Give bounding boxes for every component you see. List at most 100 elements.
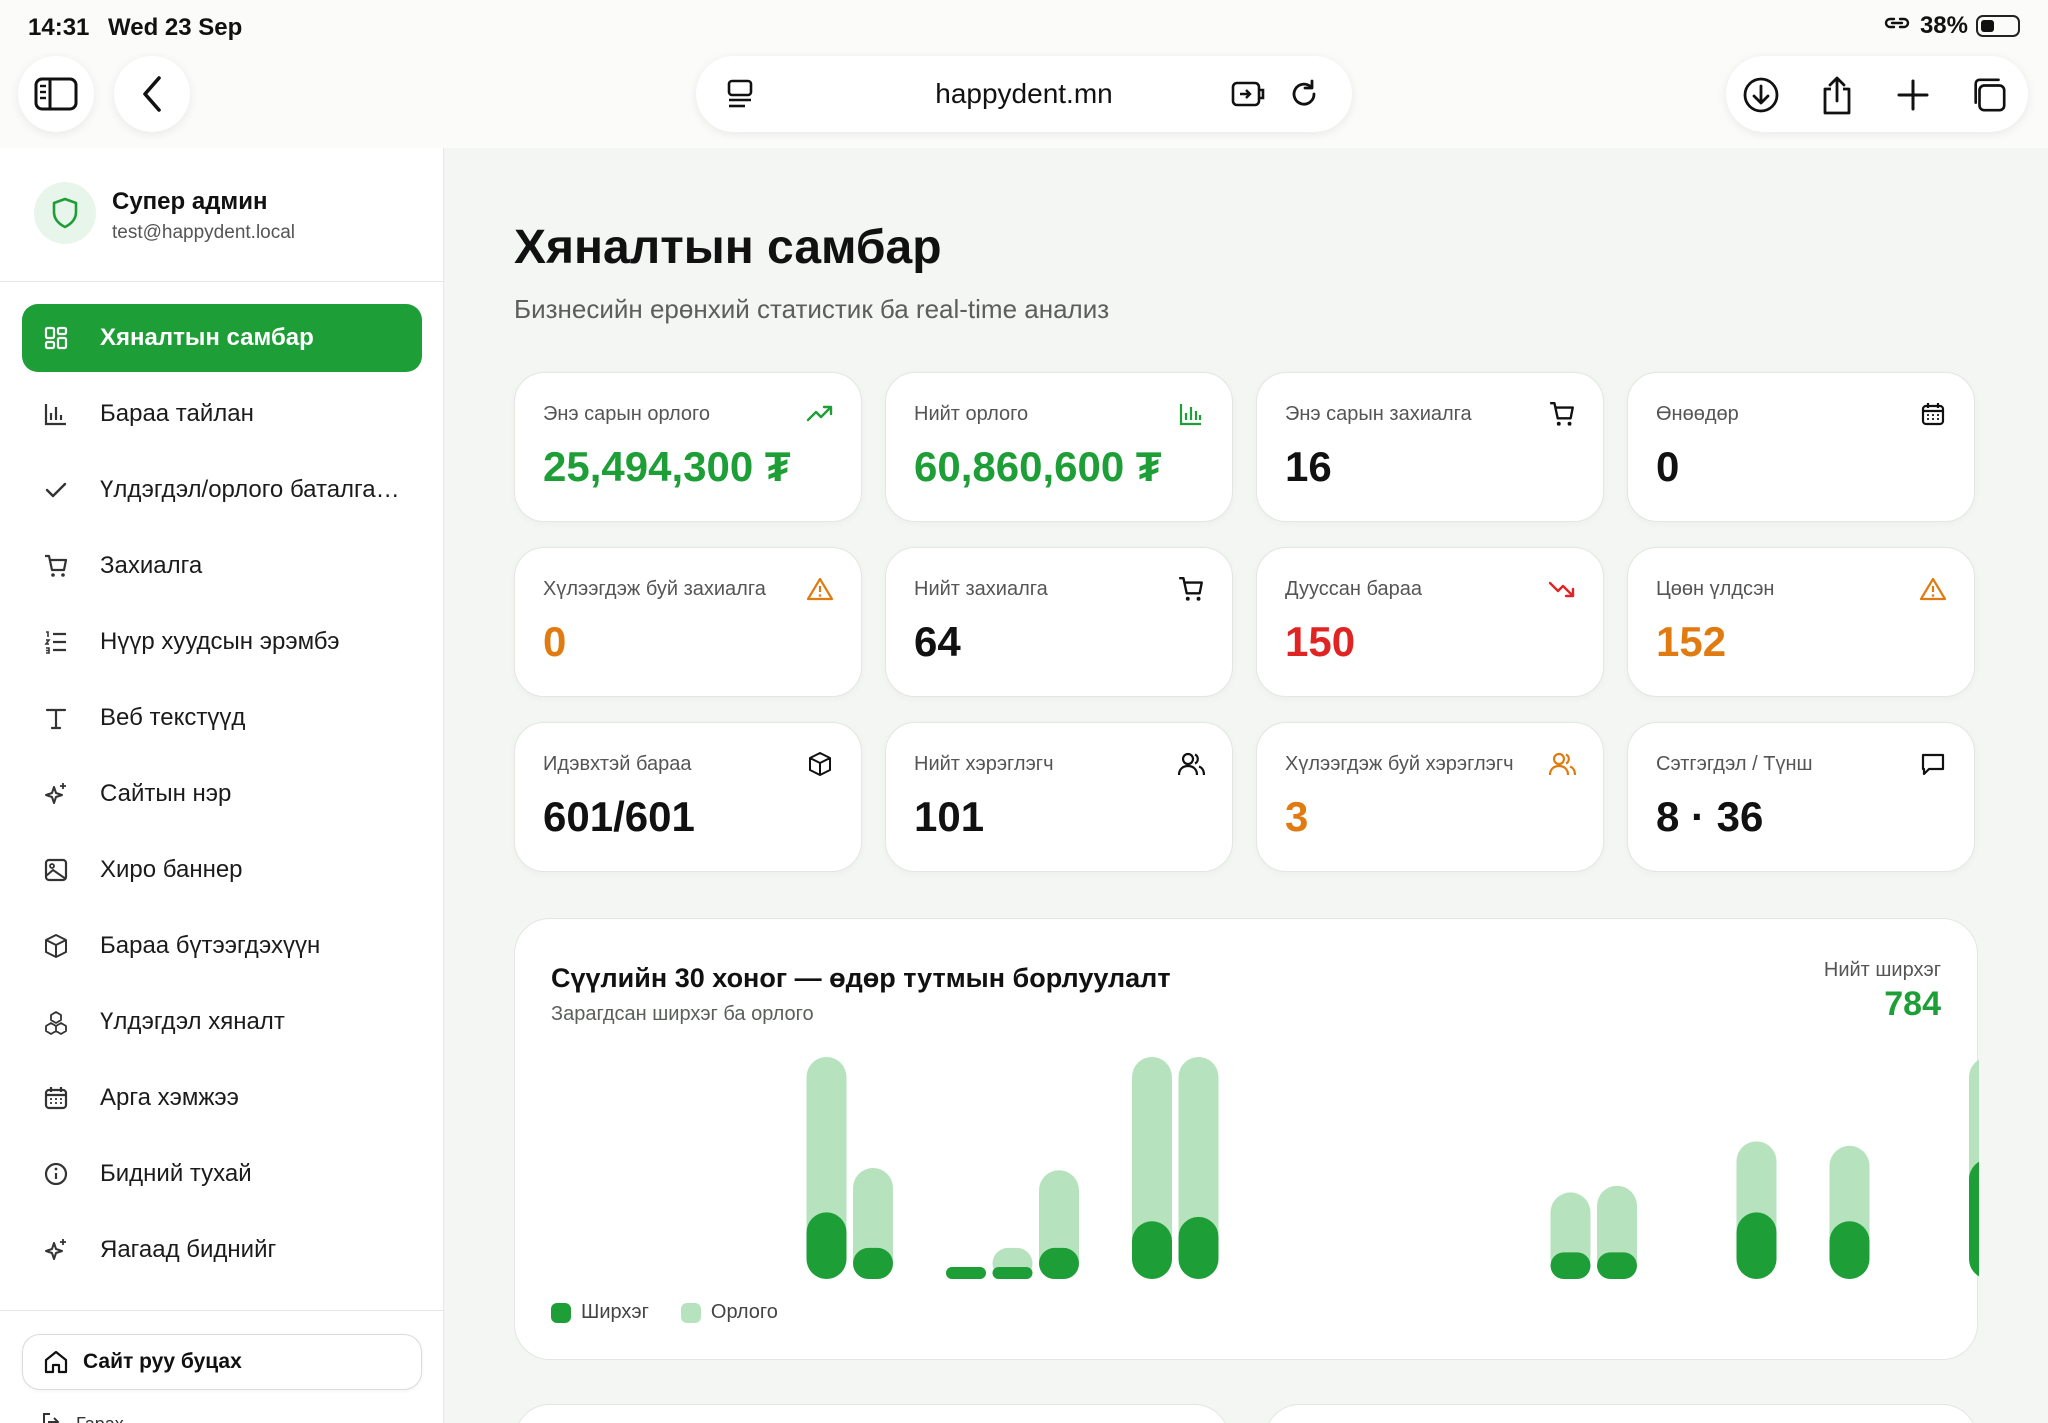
sidebar-item-stock-control[interactable]: Үлдэгдэл хяналт: [22, 988, 422, 1056]
chevron-left-icon: [143, 76, 161, 112]
sidebar-item-site-name[interactable]: Сайтын нэр: [22, 760, 422, 828]
logout-button[interactable]: Гарах: [40, 1410, 124, 1423]
legend-swatch: [680, 1302, 701, 1323]
stat-value: 64: [914, 618, 961, 665]
sidebar-item-label: Бараа тайлан: [100, 400, 254, 427]
legend-swatch: [551, 1302, 571, 1323]
legend-item-units: Ширхэг: [551, 1301, 649, 1324]
calendar-icon: [1918, 399, 1948, 429]
profile: Супер админ test@happydent.local: [0, 148, 444, 282]
stat-label: Цөөн үлдсэн: [1656, 578, 1775, 600]
stat-card-pending-users: Хүлээгдэж буй хэрэглэгч 3: [1256, 722, 1604, 872]
stat-value: 101: [914, 793, 985, 840]
sidebar-item-product-report[interactable]: Бараа тайлан: [22, 380, 422, 448]
sidebar-item-web-texts[interactable]: Веб текстүүд: [22, 684, 422, 752]
sparkles-icon: [40, 778, 72, 810]
stat-label: Нийт хэрэглэгч: [914, 753, 1054, 775]
cart-icon: [1547, 399, 1577, 429]
stat-label: Энэ сарын орлого: [543, 403, 710, 425]
extension-icon[interactable]: [1230, 76, 1266, 112]
back-button[interactable]: [114, 56, 190, 132]
battery-icon: [1976, 15, 2020, 37]
bar-chart-icon: [40, 398, 72, 430]
sidebar-item-orders[interactable]: Захиалга: [22, 532, 422, 600]
grid-icon: [40, 322, 72, 354]
sidebar-item-events[interactable]: Арга хэмжээ: [22, 1064, 422, 1132]
stat-label: Өнөөдөр: [1656, 403, 1739, 425]
chart-total-value: 784: [1884, 985, 1941, 1023]
check-icon: [40, 474, 72, 506]
bar-units: [1736, 1212, 1777, 1279]
bar-chart-icon: [1176, 399, 1206, 429]
bar-units: [1039, 1247, 1079, 1279]
status-date: Wed 23 Sep: [108, 14, 243, 41]
sidebar-item-products[interactable]: Бараа бүтээгдэхүүн: [22, 912, 422, 980]
bar-units: [806, 1212, 847, 1279]
info-icon: [40, 1158, 72, 1190]
cart-icon: [40, 550, 72, 582]
chart-legend: Ширхэг Орлого: [551, 1301, 778, 1324]
stat-label: Нийт орлого: [914, 403, 1029, 425]
stat-label: Идэвхтэй бараа: [543, 753, 692, 775]
sidebar-item-label: Үлдэгдэл/орлого баталгаажуулалт: [100, 476, 412, 503]
bar-units: [1829, 1221, 1870, 1279]
stat-card-total-orders: Нийт захиалга 64: [885, 547, 1233, 697]
cart-icon: [1176, 574, 1206, 604]
status-right: 38%: [1882, 12, 2020, 40]
chart-title: Сүүлийн 30 хоног — өдөр тутмын борлуулал…: [551, 963, 1171, 993]
page-title: Хяналтын самбар: [514, 221, 942, 274]
new-tab-icon[interactable]: [1894, 76, 1932, 114]
bar-units: [853, 1247, 893, 1279]
text-icon: [40, 702, 72, 734]
sidebar-item-label: Үлдэгдэл хяналт: [100, 1008, 285, 1035]
back-to-site-label: Сайт руу буцах: [83, 1350, 242, 1373]
stat-value: 25,494,300 ₮: [543, 443, 791, 490]
stat-card-low-stock: Цөөн үлдсэн 152: [1627, 547, 1975, 697]
box-icon: [40, 930, 72, 962]
bar-units: [1969, 1161, 1979, 1277]
bar-units: [1550, 1252, 1591, 1279]
sidebar-item-label: Хяналтын самбар: [100, 324, 314, 351]
back-to-site-button[interactable]: Сайт руу буцах: [22, 1334, 422, 1390]
stat-card-total-users: Нийт хэрэглэгч 101: [885, 722, 1233, 872]
browser-toolbar: happydent.mn: [0, 56, 2048, 148]
sidebar-item-label: Нүүр хуудсын эрэмбэ: [100, 628, 340, 655]
profile-name: Супер админ: [112, 188, 268, 215]
sparkles-icon: [40, 1234, 72, 1266]
sidebar-item-stock-confirm[interactable]: Үлдэгдэл/орлого баталгаажуулалт: [22, 456, 422, 524]
address-bar[interactable]: happydent.mn: [696, 56, 1352, 132]
stat-value: 152: [1656, 618, 1727, 665]
sidebar-item-home-order[interactable]: Нүүр хуудсын эрэмбэ: [22, 608, 422, 676]
sidebar-item-label: Веб текстүүд: [100, 704, 246, 731]
home-icon: [43, 1349, 69, 1375]
stat-value: 60,860,600 ₮: [914, 443, 1162, 490]
sidebar-item-about[interactable]: Бидний тухай: [22, 1140, 422, 1208]
avatar: [34, 182, 96, 244]
sidebar-item-label: Бидний тухай: [100, 1160, 252, 1187]
sidebar-toggle-button[interactable]: [18, 56, 94, 132]
stat-value: 150: [1285, 618, 1356, 665]
share-icon[interactable]: [1818, 76, 1856, 115]
sidebar-item-label: Хиро баннер: [100, 856, 243, 883]
logout-icon: [40, 1410, 64, 1423]
bar-units: [992, 1267, 1033, 1279]
bottom-card-left: [514, 1404, 1230, 1423]
sidebar-item-label: Сайтын нэр: [100, 780, 232, 807]
sidebar-item-dashboard[interactable]: Хяналтын самбар: [22, 304, 422, 372]
sidebar-item-why-us[interactable]: Яагаад биднийг: [22, 1216, 422, 1284]
tabs-icon[interactable]: [1970, 76, 2008, 114]
stat-value: 8 · 36: [1656, 793, 1764, 840]
reload-icon[interactable]: [1286, 76, 1322, 112]
bar-units: [1132, 1221, 1172, 1279]
bar-units: [1597, 1252, 1637, 1279]
sidebar-item-hero-banner[interactable]: Хиро баннер: [22, 836, 422, 904]
stat-label: Хүлээгдэж буй хэрэглэгч: [1285, 753, 1514, 775]
link-icon: [1882, 12, 1912, 40]
profile-email: test@happydent.local: [112, 222, 296, 243]
trending-up-icon: [805, 399, 835, 429]
download-icon[interactable]: [1742, 76, 1780, 114]
boxes-icon: [40, 1006, 72, 1038]
stat-card-reviews-partners: Сэтгэгдэл / Түнш 8 · 36: [1627, 722, 1975, 872]
image-icon: [40, 854, 72, 886]
warning-icon: [1918, 574, 1948, 604]
